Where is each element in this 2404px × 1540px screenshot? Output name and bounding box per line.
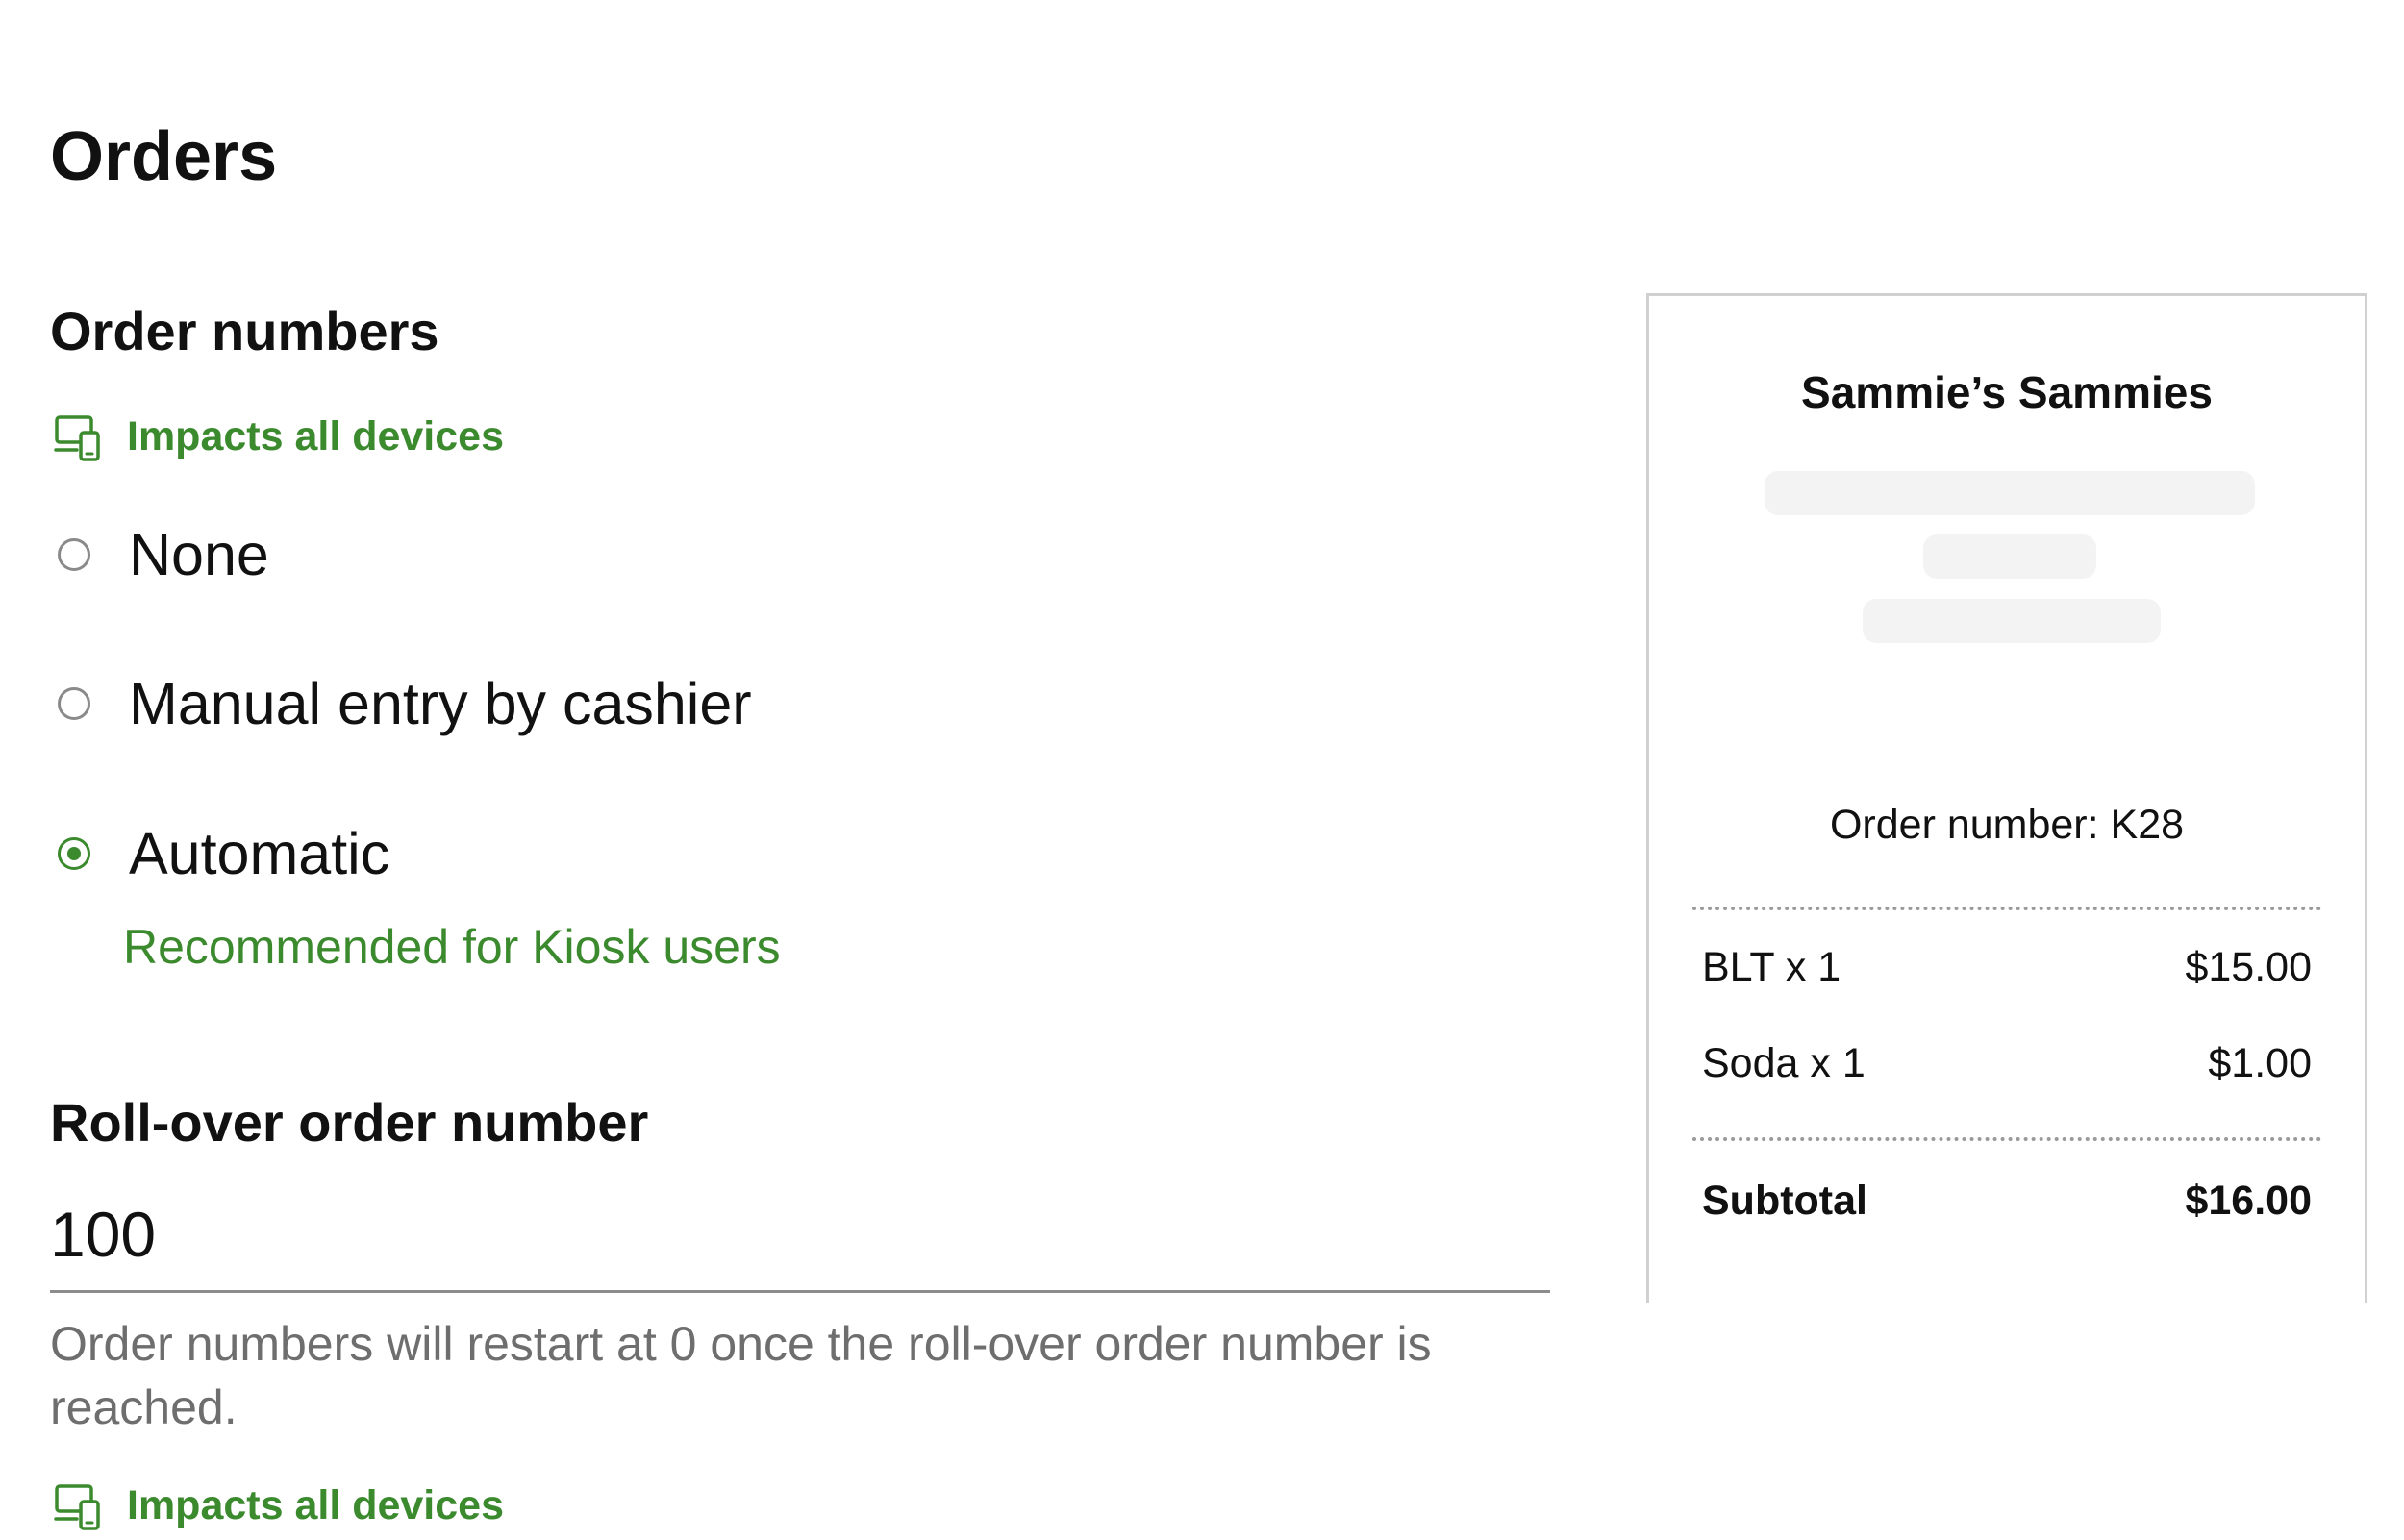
- receipt-divider: [1692, 1137, 2321, 1141]
- receipt-preview: Sammie’s Sammies Order number: K28 BLT x…: [1646, 293, 2367, 1303]
- order-numbers-impact-note: Impacts all devices: [54, 410, 504, 463]
- radio-button-manual[interactable]: [58, 687, 90, 720]
- automatic-recommendation: Recommended for Kiosk users: [123, 920, 781, 974]
- rollover-impact-note: Impacts all devices: [54, 1478, 504, 1532]
- radio-option-automatic[interactable]: Automatic: [50, 815, 389, 892]
- devices-icon: [54, 415, 100, 461]
- receipt-item-price: $15.00: [2185, 944, 2312, 990]
- radio-button-none[interactable]: [58, 538, 90, 571]
- receipt-subtotal-value: $16.00: [2185, 1178, 2312, 1224]
- receipt-divider: [1692, 907, 2321, 910]
- impact-label: Impacts all devices: [127, 1482, 504, 1528]
- radio-label-automatic: Automatic: [129, 821, 390, 886]
- impact-label: Impacts all devices: [127, 413, 504, 460]
- receipt-store-name: Sammie’s Sammies: [1801, 367, 2213, 417]
- receipt-placeholder-line: [1863, 599, 2161, 643]
- receipt-item-name: Soda x 1: [1702, 1040, 1866, 1086]
- receipt-subtotal-label: Subtotal: [1702, 1178, 1867, 1224]
- radio-label-none: None: [129, 522, 269, 587]
- rollover-helper-text: Order numbers will restart at 0 once the…: [50, 1317, 1432, 1434]
- receipt-line-item: Soda x 1 $1.00: [1702, 1036, 2312, 1090]
- devices-icon: [54, 1484, 100, 1530]
- receipt-subtotal-row: Subtotal $16.00: [1702, 1174, 2312, 1228]
- page-title: Orders: [50, 118, 278, 195]
- receipt-order-number: Order number: K28: [1829, 802, 2185, 848]
- receipt-item-price: $1.00: [2208, 1040, 2312, 1086]
- receipt-placeholder-line: [1923, 534, 2096, 579]
- order-numbers-title: Order numbers: [50, 301, 439, 361]
- receipt-line-item: BLT x 1 $15.00: [1702, 940, 2312, 994]
- rollover-number-input[interactable]: [50, 1178, 1550, 1293]
- radio-button-automatic[interactable]: [58, 837, 90, 870]
- receipt-item-name: BLT x 1: [1702, 944, 1841, 990]
- rollover-title: Roll-over order number: [50, 1092, 649, 1153]
- radio-option-none[interactable]: None: [50, 516, 269, 593]
- receipt-placeholder-line: [1765, 471, 2255, 515]
- radio-label-manual: Manual entry by cashier: [129, 671, 752, 736]
- radio-option-manual[interactable]: Manual entry by cashier: [50, 665, 752, 742]
